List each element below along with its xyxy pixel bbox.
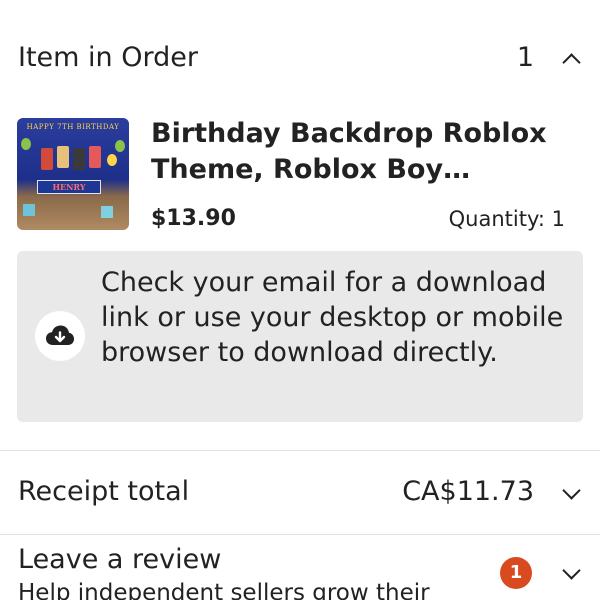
cloud-download-icon	[35, 311, 85, 361]
section-divider	[0, 534, 600, 535]
character-figure	[89, 146, 101, 168]
leave-review-title: Leave a review	[18, 544, 222, 575]
receipt-total-row[interactable]: Receipt total CA$11.73	[18, 472, 582, 512]
item-count: 1	[516, 42, 534, 73]
balloon-graphic	[107, 154, 117, 166]
balloon-graphic	[21, 138, 31, 150]
item-title[interactable]: Birthday Backdrop Roblox Theme, Roblox B…	[151, 116, 571, 188]
character-figure	[57, 146, 69, 168]
chevron-up-icon[interactable]	[562, 53, 581, 72]
review-count-badge: 1	[500, 557, 532, 589]
character-figure	[73, 148, 85, 170]
leave-review-subtitle: Help independent sellers grow their	[18, 580, 430, 600]
character-figure	[41, 148, 53, 170]
order-item-card[interactable]: HAPPY 7TH BIRTHDAY HENRY Birthday Backdr…	[17, 118, 583, 232]
section-divider	[0, 450, 600, 451]
gift-graphic	[23, 204, 35, 216]
chevron-down-icon[interactable]	[562, 481, 581, 500]
item-quantity: Quantity: 1	[448, 207, 565, 231]
item-in-order-header[interactable]: Item in Order 1	[18, 38, 582, 78]
chevron-down-icon[interactable]	[562, 561, 581, 580]
balloon-graphic	[115, 140, 125, 152]
item-price: $13.90	[151, 206, 236, 231]
item-in-order-title: Item in Order	[18, 42, 198, 73]
download-notice: Check your email for a download link or …	[17, 251, 583, 422]
item-thumbnail[interactable]: HAPPY 7TH BIRTHDAY HENRY	[17, 118, 129, 230]
gift-graphic	[101, 206, 113, 218]
leave-review-row[interactable]: Leave a review Help independent sellers …	[18, 540, 582, 600]
receipt-total-label: Receipt total	[18, 476, 190, 507]
thumbnail-banner-text: HAPPY 7TH BIRTHDAY	[26, 123, 120, 131]
download-notice-text: Check your email for a download link or …	[101, 267, 564, 368]
thumbnail-name-text: HENRY	[37, 180, 101, 194]
receipt-total-value: CA$11.73	[402, 476, 534, 507]
